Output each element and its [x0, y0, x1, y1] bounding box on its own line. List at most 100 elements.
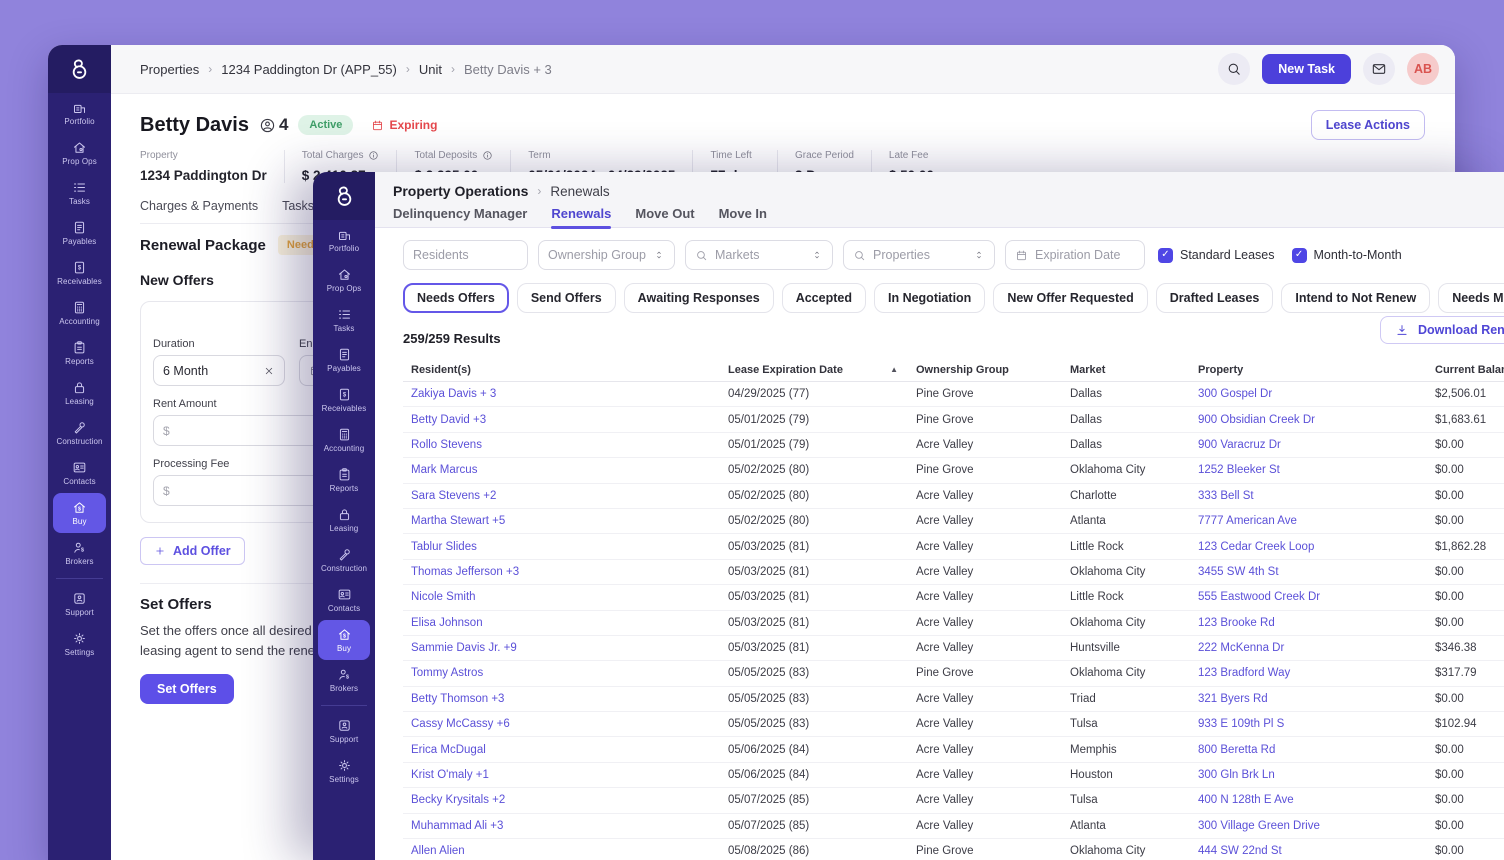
sidebar-item-leasing[interactable]: Leasing: [318, 500, 370, 540]
property-link[interactable]: 900 Varacruz Dr: [1190, 439, 1427, 451]
property-link[interactable]: 1252 Bleeker St: [1190, 464, 1427, 476]
status-filter-needs-move-out[interactable]: Needs Move Out: [1438, 283, 1504, 313]
search-button[interactable]: [1218, 53, 1250, 85]
tab-tasks[interactable]: Tasks: [282, 199, 314, 213]
property-link[interactable]: 555 Eastwood Creek Dr: [1190, 591, 1427, 603]
status-filter-new-offer-requested[interactable]: New Offer Requested: [993, 283, 1147, 313]
breadcrumb-item[interactable]: Property Operations: [393, 183, 528, 199]
table-row[interactable]: Zakiya Davis + 3 04/29/2025 (77) Pine Gr…: [403, 382, 1504, 407]
resident-link[interactable]: Cassy McCassy +6: [403, 718, 720, 730]
column-header-property[interactable]: Property: [1190, 364, 1427, 376]
sidebar-item-buy[interactable]: $Buy: [53, 493, 106, 533]
table-row[interactable]: Elisa Johnson 05/03/2025 (81) Acre Valle…: [403, 611, 1504, 636]
column-header-current-balance[interactable]: Current Balance: [1427, 364, 1504, 376]
processing-fee-input[interactable]: $: [153, 475, 321, 506]
table-row[interactable]: Martha Stewart +5 05/02/2025 (80) Acre V…: [403, 509, 1504, 534]
status-filter-in-negotiation[interactable]: In Negotiation: [874, 283, 985, 313]
property-link[interactable]: 800 Beretta Rd: [1190, 744, 1427, 756]
sidebar-item-construction[interactable]: Construction: [318, 540, 370, 580]
property-link[interactable]: 333 Bell St: [1190, 490, 1427, 502]
resident-link[interactable]: Mark Marcus: [403, 464, 720, 476]
resident-link[interactable]: Thomas Jefferson +3: [403, 566, 720, 578]
sidebar-item-construction[interactable]: Construction: [53, 413, 106, 453]
table-row[interactable]: Betty Thomson +3 05/05/2025 (83) Acre Va…: [403, 687, 1504, 712]
resident-link[interactable]: Rollo Stevens: [403, 439, 720, 451]
sidebar-item-reports[interactable]: Reports: [53, 333, 106, 373]
resident-link[interactable]: Becky Krysitals +2: [403, 794, 720, 806]
table-row[interactable]: Nicole Smith 05/03/2025 (81) Acre Valley…: [403, 585, 1504, 610]
markets-select[interactable]: Markets: [685, 240, 833, 270]
rent-amount-input[interactable]: $: [153, 415, 321, 446]
property-link[interactable]: 123 Cedar Creek Loop: [1190, 541, 1427, 553]
sidebar-item-support[interactable]: Support: [53, 584, 106, 624]
property-link[interactable]: 123 Brooke Rd: [1190, 617, 1427, 629]
sidebar-item-receivables[interactable]: $Receivables: [53, 253, 106, 293]
property-link[interactable]: 321 Byers Rd: [1190, 693, 1427, 705]
table-row[interactable]: Erica McDugal 05/06/2025 (84) Acre Valle…: [403, 737, 1504, 762]
sidebar-item-payables[interactable]: Payables: [318, 340, 370, 380]
property-link[interactable]: 900 Obsidian Creek Dr: [1190, 414, 1427, 426]
status-filter-needs-offers[interactable]: Needs Offers: [403, 283, 509, 313]
sidebar-item-buy[interactable]: $Buy: [318, 620, 370, 660]
tab-delinquency-manager[interactable]: Delinquency Manager: [393, 206, 527, 229]
column-header-resident-s[interactable]: Resident(s): [403, 364, 720, 376]
resident-link[interactable]: Nicole Smith: [403, 591, 720, 603]
add-offer-button[interactable]: Add Offer: [140, 537, 245, 565]
tab-move-in[interactable]: Move In: [719, 206, 767, 229]
resident-link[interactable]: Erica McDugal: [403, 744, 720, 756]
resident-link[interactable]: Betty Thomson +3: [403, 693, 720, 705]
sidebar-item-accounting[interactable]: Accounting: [318, 420, 370, 460]
resident-link[interactable]: Krist O'maly +1: [403, 769, 720, 781]
tab-charges-payments[interactable]: Charges & Payments: [140, 199, 258, 213]
sidebar-item-contacts[interactable]: Contacts: [318, 580, 370, 620]
breadcrumb-item[interactable]: 1234 Paddington Dr (APP_55): [221, 62, 397, 77]
ownership-group-select[interactable]: Ownership Group: [538, 240, 675, 270]
sort-asc-icon[interactable]: ▲: [890, 365, 898, 374]
property-link[interactable]: 123 Bradford Way: [1190, 667, 1427, 679]
filter-checkbox-month-to-month[interactable]: ✓Month-to-Month: [1292, 248, 1402, 263]
resident-link[interactable]: Martha Stewart +5: [403, 515, 720, 527]
table-row[interactable]: Allen Alien 05/08/2025 (86) Pine Grove O…: [403, 839, 1504, 860]
property-link[interactable]: 222 McKenna Dr: [1190, 642, 1427, 654]
avatar[interactable]: AB: [1407, 53, 1439, 85]
resident-link[interactable]: Allen Alien: [403, 845, 720, 857]
sidebar-item-reports[interactable]: Reports: [318, 460, 370, 500]
tab-move-out[interactable]: Move Out: [635, 206, 694, 229]
sidebar-item-brokers[interactable]: $Brokers: [318, 660, 370, 700]
lease-actions-button[interactable]: Lease Actions: [1311, 110, 1425, 140]
table-row[interactable]: Tommy Astros 05/05/2025 (83) Pine Grove …: [403, 661, 1504, 686]
download-renewals-button[interactable]: Download Renewals: [1380, 316, 1504, 344]
properties-select[interactable]: Properties: [843, 240, 995, 270]
duration-select[interactable]: 6 Month: [153, 355, 285, 386]
resident-link[interactable]: Betty David +3: [403, 414, 720, 426]
expiration-date-input[interactable]: Expiration Date: [1005, 240, 1145, 270]
status-filter-send-offers[interactable]: Send Offers: [517, 283, 616, 313]
property-link[interactable]: 300 Gln Brk Ln: [1190, 769, 1427, 781]
status-filter-accepted[interactable]: Accepted: [782, 283, 866, 313]
breadcrumb-item[interactable]: Betty Davis + 3: [464, 62, 552, 77]
property-link[interactable]: 400 N 128th E Ave: [1190, 794, 1427, 806]
column-header-lease-expiration-date[interactable]: Lease Expiration Date▲: [720, 364, 908, 376]
table-row[interactable]: Betty David +3 05/01/2025 (79) Pine Grov…: [403, 407, 1504, 432]
set-offers-button[interactable]: Set Offers: [140, 674, 234, 704]
breadcrumb-item[interactable]: Unit: [419, 62, 442, 77]
property-link[interactable]: 444 SW 22nd St: [1190, 845, 1427, 857]
sidebar-item-leasing[interactable]: Leasing: [53, 373, 106, 413]
resident-link[interactable]: Tommy Astros: [403, 667, 720, 679]
app-logo[interactable]: [313, 172, 375, 220]
tab-renewals[interactable]: Renewals: [551, 206, 611, 229]
checkbox-checked-icon[interactable]: ✓: [1158, 248, 1173, 263]
table-row[interactable]: Muhammad Ali +3 05/07/2025 (85) Acre Val…: [403, 814, 1504, 839]
table-row[interactable]: Becky Krysitals +2 05/07/2025 (85) Acre …: [403, 788, 1504, 813]
sidebar-item-support[interactable]: Support: [318, 711, 370, 751]
table-row[interactable]: Sammie Davis Jr. +9 05/03/2025 (81) Acre…: [403, 636, 1504, 661]
resident-link[interactable]: Zakiya Davis + 3: [403, 388, 720, 400]
status-filter-intend-to-not-renew[interactable]: Intend to Not Renew: [1281, 283, 1430, 313]
new-task-button[interactable]: New Task: [1262, 54, 1351, 84]
messages-button[interactable]: [1363, 53, 1395, 85]
sidebar-item-portfolio[interactable]: Portfolio: [53, 93, 106, 133]
property-link[interactable]: 933 E 109th Pl S: [1190, 718, 1427, 730]
sidebar-item-prop-ops[interactable]: Prop Ops: [53, 133, 106, 173]
app-logo[interactable]: [48, 45, 111, 93]
property-link[interactable]: 300 Gospel Dr: [1190, 388, 1427, 400]
